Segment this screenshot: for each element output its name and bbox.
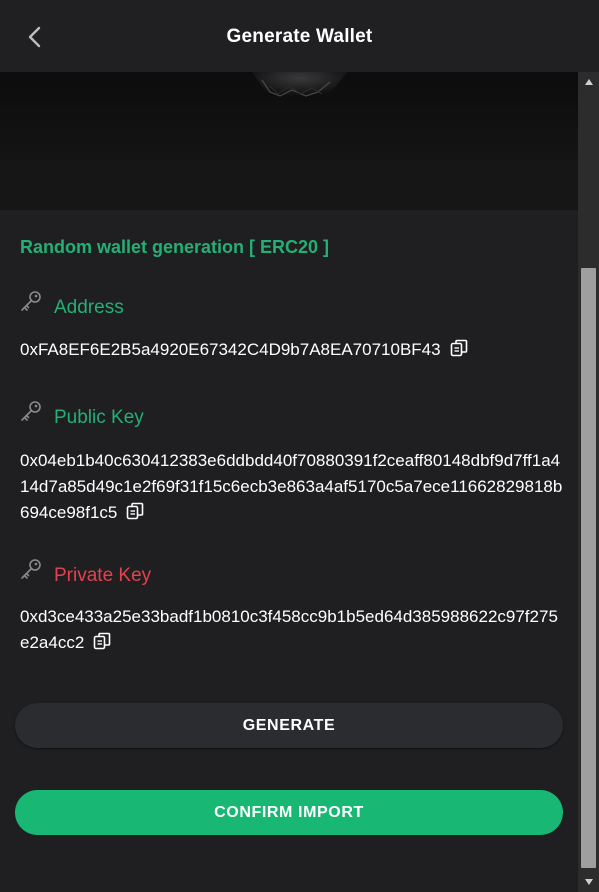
- copy-icon[interactable]: [125, 501, 145, 521]
- public-key-label: Public Key: [54, 407, 144, 428]
- key-icon: [21, 401, 41, 421]
- page-title: Generate Wallet: [226, 26, 373, 47]
- scroll-up-arrow[interactable]: [578, 72, 599, 92]
- copy-icon[interactable]: [449, 338, 469, 358]
- section-title: Random wallet generation [ ERC20 ]: [20, 237, 330, 257]
- scroll-down-arrow[interactable]: [578, 872, 599, 892]
- private-key-value-row: 0xd3ce433a25e33badf1b0810c3f458cc9b1b5ed…: [20, 604, 565, 656]
- app-header: Generate Wallet: [0, 0, 599, 72]
- key-icon: [21, 291, 41, 311]
- wallet-details: Random wallet generation [ ERC20 ] Addre…: [0, 210, 578, 892]
- address-value-row: 0xFA8EF6E2B5a4920E67342C4D9b7A8EA70710BF…: [20, 337, 565, 363]
- public-key-value: 0x04eb1b40c630412383e6ddbdd40f70880391f2…: [20, 451, 563, 522]
- confirm-import-button[interactable]: CONFIRM IMPORT: [15, 790, 563, 835]
- banner-footer: [0, 160, 578, 210]
- address-value: 0xFA8EF6E2B5a4920E67342C4D9b7A8EA70710BF…: [20, 340, 441, 359]
- vertical-scrollbar[interactable]: [578, 72, 599, 892]
- copy-icon[interactable]: [92, 631, 112, 651]
- banner-rock-graphic: [252, 72, 348, 102]
- arrow-down-icon: [584, 879, 593, 885]
- address-label: Address: [54, 297, 124, 318]
- generate-wallet-screen: Generate Wallet Random wallet generation…: [0, 0, 599, 892]
- private-key-label: Private Key: [54, 565, 152, 586]
- scroll-thumb[interactable]: [581, 268, 596, 868]
- arrow-up-icon: [584, 79, 593, 85]
- key-icon: [21, 559, 41, 579]
- banner-image: [0, 72, 578, 160]
- generate-button[interactable]: GENERATE: [15, 703, 563, 748]
- public-key-value-row: 0x04eb1b40c630412383e6ddbdd40f70880391f2…: [20, 448, 565, 526]
